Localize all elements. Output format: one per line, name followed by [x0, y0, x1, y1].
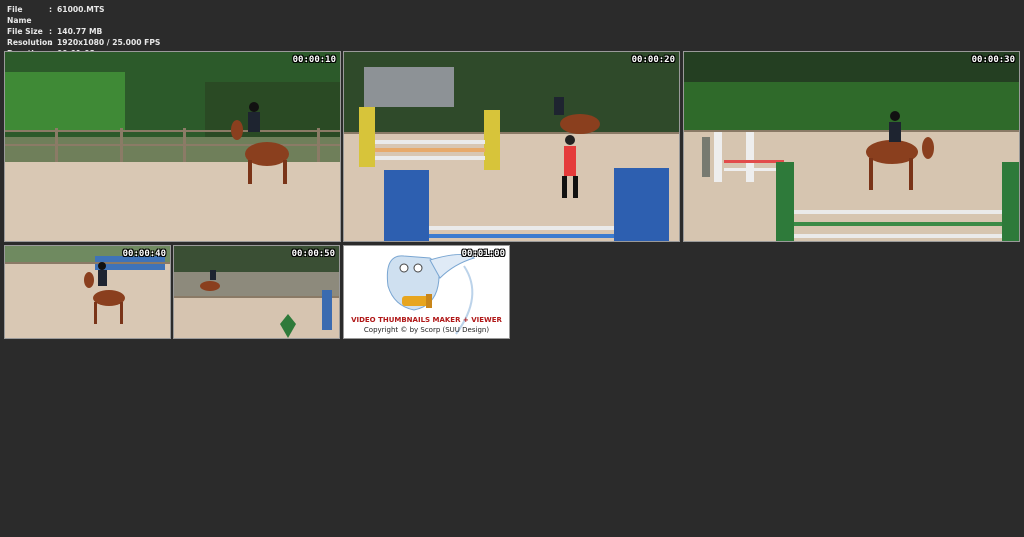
thumbnail-scene	[5, 52, 340, 241]
resolution-row: Resolution : 1920x1080 / 25.000 FPS	[7, 37, 160, 48]
timestamp-label: 00:00:20	[631, 55, 675, 65]
file-size-row: File Size : 140.77 MB	[7, 26, 160, 37]
file-size-value: 140.77 MB	[57, 27, 103, 36]
file-name-label: File Name	[7, 5, 32, 25]
video-thumbnail[interactable]: VIDEO THUMBNAILS MAKER + VIEWER Copyrigh…	[343, 245, 510, 339]
timestamp-label: 00:00:10	[292, 55, 336, 65]
timestamp-label: 00:00:50	[291, 249, 335, 259]
separator: :	[49, 5, 53, 14]
video-thumbnail[interactable]: 00:00:20	[343, 51, 680, 242]
timestamp-label: 00:00:40	[122, 249, 166, 259]
timestamp-label: 00:00:30	[971, 55, 1015, 65]
thumbnail-scene	[174, 246, 339, 338]
thumbnail-scene	[344, 52, 679, 241]
resolution-value: 1920x1080 / 25.000 FPS	[57, 38, 161, 47]
video-thumbnail[interactable]: 00:00:30	[683, 51, 1020, 242]
video-thumbnail[interactable]: 00:00:40	[4, 245, 171, 339]
separator: :	[49, 27, 53, 36]
separator: :	[49, 38, 53, 47]
resolution-label: Resolution	[7, 38, 53, 47]
file-name-value: 61000.MTS	[57, 5, 105, 14]
video-thumbnail[interactable]: 00:00:10	[4, 51, 341, 242]
logo-title: VIDEO THUMBNAILS MAKER + VIEWER	[351, 316, 502, 324]
timestamp-label: 00:01:00	[461, 249, 505, 259]
file-size-label: File Size	[7, 27, 43, 36]
video-thumbnail[interactable]: 00:00:50	[173, 245, 340, 339]
thumbnail-scene	[5, 246, 170, 338]
logo-copyright: Copyright © by Scorp (SUU Design)	[363, 326, 490, 334]
thumbnail-scene	[684, 52, 1019, 241]
file-name-row: File Name : 61000.MTS	[7, 4, 160, 26]
